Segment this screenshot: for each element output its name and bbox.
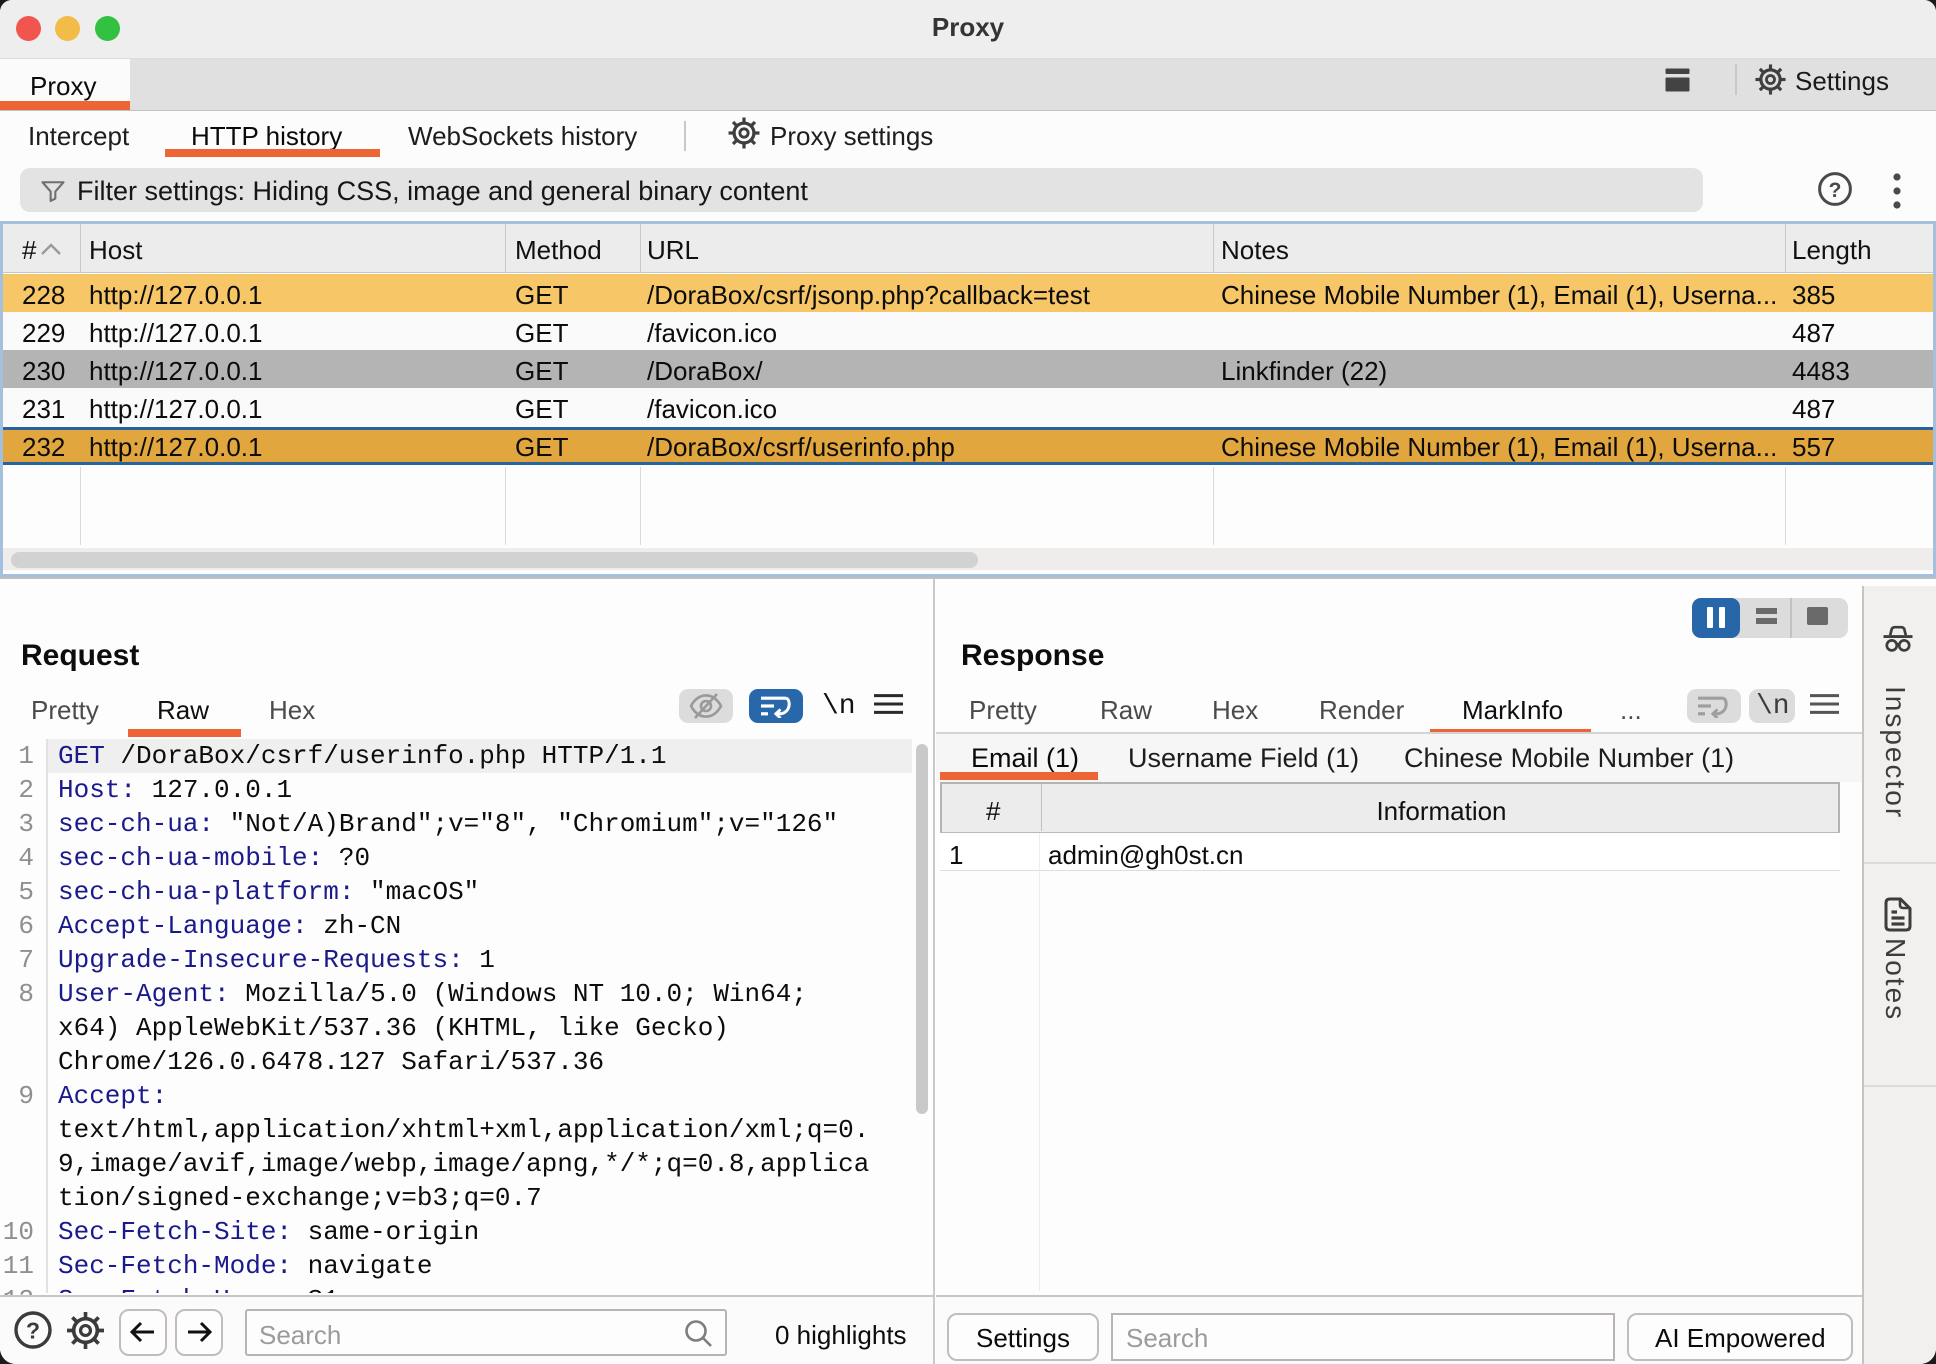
svg-text:?: ? <box>1829 179 1842 202</box>
svg-text:?: ? <box>26 1318 40 1344</box>
